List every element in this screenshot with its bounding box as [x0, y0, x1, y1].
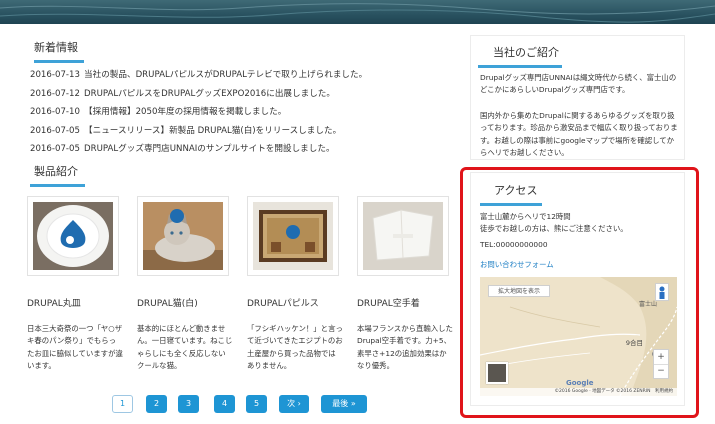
page-1-button[interactable]: 1	[112, 395, 133, 413]
access-highlight-frame	[460, 167, 699, 418]
product-card[interactable]: DRUPALパピルス 「フシギハッケン！」と言って近づいてきたエジプトのお土産屋…	[247, 196, 347, 372]
product-description: 日本三大奇祭の一つ「ヤ○ザキ春のパン祭り」でもらったお皿に脇似していますが違いま…	[27, 324, 123, 370]
about-heading: 当社のご紹介	[478, 44, 562, 68]
page-3-button[interactable]: 3	[178, 395, 199, 413]
page-5-button[interactable]: 5	[246, 395, 267, 413]
next-page-button[interactable]: 次 ›	[279, 395, 309, 413]
news-list: 2016-07-13 当社の製品、DRUPALパピルスがDRUPALテレビで取り上…	[30, 66, 450, 159]
news-item[interactable]: 2016-07-12 DRUPALパピルスをDRUPALグッズEXPO2016に出…	[30, 85, 450, 104]
news-item[interactable]: 2016-07-13 当社の製品、DRUPALパピルスがDRUPALテレビで取り上…	[30, 66, 450, 85]
banner-wave-pattern	[0, 3, 715, 23]
news-item[interactable]: 2016-07-05 【ニュースリリース】新製品 DRUPAL猫(白)をリリースし…	[30, 122, 450, 141]
product-image-cat[interactable]	[137, 196, 229, 276]
about-intro: Drupalグッズ専門店UNNAIは縄文時代から続く、富士山のどこかにあらしいD…	[480, 73, 677, 95]
last-page-button[interactable]: 最後 »	[321, 395, 367, 413]
about-body: 国内外から集めたDrupalに関するあらゆるグッズを取り扱っております。珍品から…	[480, 111, 678, 158]
product-card[interactable]: DRUPAL空手着 本場フランスから直輸入したDrupal空手着です。力+5、素…	[357, 196, 457, 372]
product-card[interactable]: DRUPAL猫(白) 基本的にほとんど動きません。一日寝ています。ねこじゃらしに…	[137, 196, 237, 372]
product-card[interactable]: DRUPAL丸皿 日本三大奇祭の一つ「ヤ○ザキ春のパン祭り」でもらったお皿に脇似…	[27, 196, 127, 372]
page-2-button[interactable]: 2	[146, 395, 167, 413]
header-banner	[0, 0, 715, 24]
news-item[interactable]: 2016-07-10 【採用情報】2050年度の採用情報を掲載しました。	[30, 103, 450, 122]
product-image-papyrus[interactable]	[247, 196, 339, 276]
product-description: 基本的にほとんど動きません。一日寝ています。ねこじゃらしにも全く反応しないクール…	[137, 324, 233, 370]
product-description: 「フシギハッケン！」と言って近づいてきたエジプトのお土産屋から買った品物ではあり…	[247, 324, 343, 370]
product-name[interactable]: DRUPAL空手着	[357, 296, 457, 309]
products-heading: 製品紹介	[30, 163, 85, 187]
news-item[interactable]: 2016-07-05 DRUPALグッズ専門店UNNAIのサンプルサイトを開設しま…	[30, 140, 450, 159]
product-image-plate[interactable]	[27, 196, 119, 276]
page-4-button[interactable]: 4	[214, 395, 235, 413]
product-name[interactable]: DRUPALパピルス	[247, 296, 347, 309]
product-image-karate-gi[interactable]	[357, 196, 449, 276]
product-grid: DRUPAL丸皿 日本三大奇祭の一つ「ヤ○ザキ春のパン祭り」でもらったお皿に脇似…	[22, 196, 462, 378]
product-name[interactable]: DRUPAL丸皿	[27, 296, 127, 309]
news-heading: 新着情報	[34, 39, 84, 63]
product-name[interactable]: DRUPAL猫(白)	[137, 296, 237, 309]
product-description: 本場フランスから直輸入したDrupal空手着です。力+5、素早さ+12の追加効果…	[357, 324, 453, 370]
